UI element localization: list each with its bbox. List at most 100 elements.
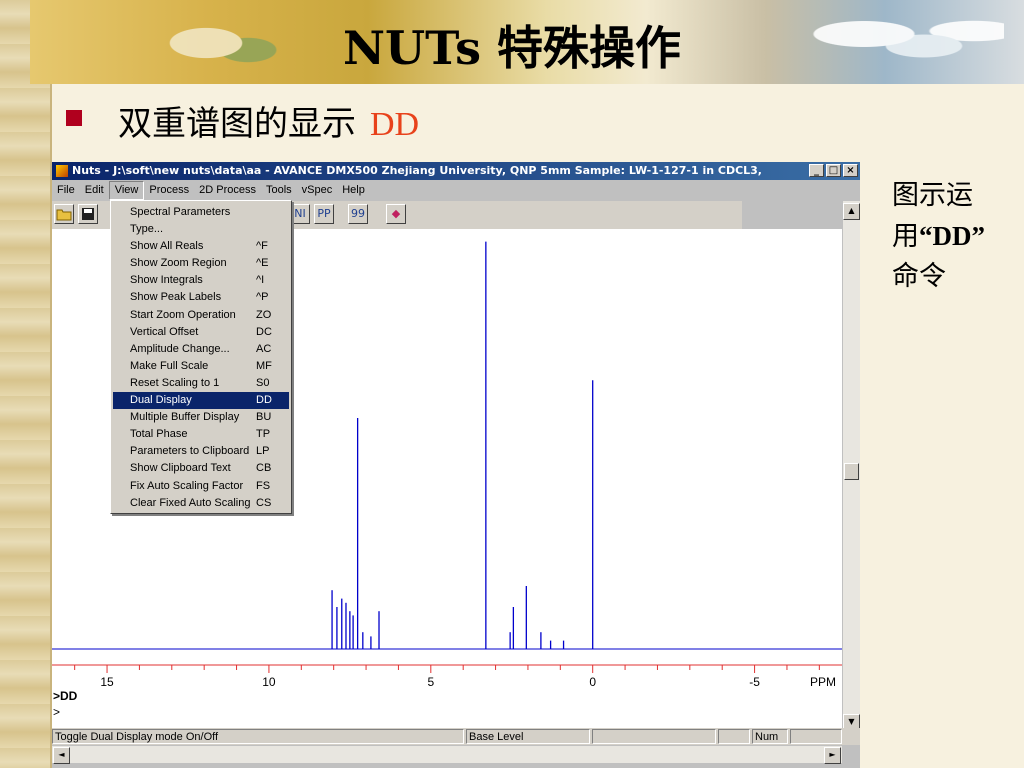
window-titlebar[interactable]: Nuts - J:\soft\new nuts\data\aa - AVANCE…: [52, 162, 860, 180]
menu-item-shortcut: ZO: [256, 308, 272, 321]
save-disk-icon[interactable]: [78, 204, 98, 224]
menu-tools[interactable]: Tools: [261, 181, 297, 200]
menu-item-shortcut: ^F: [256, 240, 268, 253]
status-pane-empty-1: [592, 729, 716, 744]
glasses-icon[interactable]: 99: [348, 204, 368, 224]
menu-item-label: Show All Reals: [130, 240, 204, 253]
command-prompt[interactable]: >: [52, 704, 842, 720]
menu-item-clear-fixed-auto-scaling[interactable]: Clear Fixed Auto Scaling CS: [111, 495, 291, 512]
scroll-right-arrow-icon[interactable]: ►: [824, 747, 841, 764]
menu-item-total-phase[interactable]: Total Phase TP: [111, 426, 291, 443]
menu-item-show-zoom-region[interactable]: Show Zoom Region ^E: [111, 255, 291, 272]
glasses-label: 99: [351, 207, 365, 220]
menu-item-label: Clear Fixed Auto Scaling: [130, 496, 251, 509]
menu-item-label: Total Phase: [130, 428, 188, 441]
menu-item-label: Vertical Offset: [130, 325, 199, 338]
window-controls: _ □ ×: [809, 164, 858, 177]
slide-left-band: [0, 0, 52, 768]
status-pane-empty-2: [718, 729, 750, 744]
menu-item-shortcut: CS: [256, 496, 272, 509]
menu-item-shortcut: LP: [256, 445, 270, 458]
status-pane-empty-3: [790, 729, 842, 744]
slide-title: NUTs 特殊操作: [342, 21, 682, 75]
menu-item-label: Show Peak Labels: [130, 291, 222, 304]
menu-item-spectral-parameters[interactable]: Spectral Parameters: [111, 204, 291, 221]
maximize-button[interactable]: □: [826, 164, 841, 177]
menu-item-type[interactable]: Type...: [111, 221, 291, 238]
menu-edit[interactable]: Edit: [80, 181, 109, 200]
menu-item-shortcut: S0: [256, 376, 270, 389]
vertical-scroll-thumb[interactable]: [844, 463, 859, 480]
note-line-2-command: “DD”: [919, 221, 985, 251]
menu-item-label: Amplitude Change...: [130, 342, 230, 355]
minimize-button[interactable]: _: [809, 164, 824, 177]
bullet-square-icon: [66, 110, 82, 126]
horizontal-scrollbar[interactable]: ◄ ►: [52, 746, 842, 764]
ppm-tick-label: -5: [749, 675, 760, 688]
menu-item-shortcut: MF: [256, 359, 272, 372]
status-message: Toggle Dual Display mode On/Off: [52, 729, 464, 744]
ppm-tick-label: 10: [262, 675, 276, 688]
status-num: Num: [752, 729, 788, 744]
menu-item-shortcut: BU: [256, 411, 272, 424]
menu-item-parameters-to-clipboard[interactable]: Parameters to Clipboard LP: [111, 443, 291, 460]
menu-file[interactable]: File: [52, 181, 80, 200]
app-icon[interactable]: [56, 165, 68, 177]
menu-item-make-full-scale[interactable]: Make Full Scale MF: [111, 358, 291, 375]
ni-label: NI: [294, 207, 306, 220]
menu-item-shortcut: TP: [256, 428, 271, 441]
menu-view[interactable]: View: [108, 181, 145, 200]
menu-item-label: Parameters to Clipboard: [130, 445, 250, 458]
menu-item-show-integrals[interactable]: Show Integrals ^I: [111, 272, 291, 289]
note-line-2-text: 用: [892, 221, 919, 252]
menu-item-reset-scaling-to-1[interactable]: Reset Scaling to 1 S0: [111, 375, 291, 392]
menu-item-show-peak-labels[interactable]: Show Peak Labels ^P: [111, 289, 291, 306]
menu-item-dual-display[interactable]: Dual Display DD: [113, 392, 289, 410]
view-menu-dropdown: Spectral Parameters Type... Show All Reals…: [110, 200, 292, 514]
menu-item-shortcut: FS: [256, 479, 271, 492]
note-line-3: 命令: [892, 261, 946, 292]
menu-item-label: Dual Display: [130, 394, 192, 407]
command-echo: >DD: [53, 689, 78, 703]
menu-item-start-zoom-operation[interactable]: Start Zoom Operation ZO: [111, 307, 291, 324]
scroll-up-arrow-icon[interactable]: ▲: [843, 203, 860, 220]
menu-item-amplitude-change[interactable]: Amplitude Change... AC: [111, 341, 291, 358]
menu-item-label: Multiple Buffer Display: [130, 411, 240, 424]
spectrum-ni-icon[interactable]: NI: [290, 204, 310, 224]
menu-item-show-all-reals[interactable]: Show All Reals ^F: [111, 238, 291, 255]
menu-item-multiple-buffer-display[interactable]: Multiple Buffer Display BU: [111, 409, 291, 426]
menu-vspec[interactable]: vSpec: [297, 181, 338, 200]
menu-item-vertical-offset[interactable]: Vertical Offset DC: [111, 324, 291, 341]
status-base-level: Base Level: [466, 729, 590, 744]
menu-item-shortcut: ^I: [256, 274, 265, 287]
spectrum-peaks: [331, 241, 594, 649]
menu-item-label: Fix Auto Scaling Factor: [130, 479, 244, 492]
command-area[interactable]: >DD >: [52, 688, 842, 728]
menu-bar: File Edit View Process 2D Process Tools …: [52, 181, 860, 200]
spectrum-pp-icon[interactable]: PP: [314, 204, 334, 224]
ppm-tick-label: 0: [589, 675, 596, 688]
menu-item-shortcut: AC: [256, 342, 272, 355]
vertical-scrollbar[interactable]: ▲ ▼: [843, 201, 860, 733]
open-folder-icon[interactable]: [54, 204, 74, 224]
book-icon[interactable]: ◆: [386, 204, 406, 224]
menu-process[interactable]: Process: [144, 181, 194, 200]
ppm-axis-ticks: [74, 665, 820, 673]
menu-item-label: Type...: [130, 223, 164, 236]
menu-item-label: Spectral Parameters: [130, 206, 231, 218]
menu-item-label: Reset Scaling to 1: [130, 376, 220, 389]
menu-2d-process[interactable]: 2D Process: [194, 181, 261, 200]
menu-item-show-clipboard-text[interactable]: Show Clipboard Text CB: [111, 460, 291, 477]
close-button[interactable]: ×: [843, 164, 858, 177]
menu-item-shortcut: DD: [256, 394, 272, 407]
menu-item-label: Show Integrals: [130, 274, 203, 287]
status-bar: Toggle Dual Display mode On/Off Base Lev…: [52, 728, 860, 745]
pp-label: PP: [317, 207, 331, 220]
menu-item-shortcut: ^P: [256, 291, 269, 304]
scroll-left-arrow-icon[interactable]: ◄: [53, 747, 70, 764]
menu-item-label: Show Clipboard Text: [130, 462, 231, 475]
window-title: Nuts - J:\soft\new nuts\data\aa - AVANCE…: [72, 164, 762, 177]
menu-help[interactable]: Help: [337, 181, 370, 200]
side-note: 图示运 用“DD” 命令: [892, 176, 1022, 297]
menu-item-fix-auto-scaling-factor[interactable]: Fix Auto Scaling Factor FS: [111, 478, 291, 495]
